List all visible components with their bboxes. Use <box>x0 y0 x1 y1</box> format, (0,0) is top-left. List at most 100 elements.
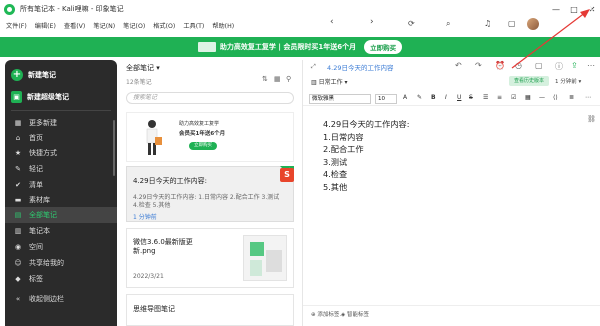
note-link[interactable]: 4.29日今天的工作内容 <box>327 62 393 72</box>
more-icon[interactable]: ⋯ <box>587 61 595 70</box>
notes-icon: ▤ <box>14 211 22 219</box>
sort-icon[interactable]: ⇅ <box>262 75 268 83</box>
super-note-icon: ▣ <box>11 91 22 103</box>
sidebar-item-notebooks[interactable]: ▥ 笔记本 <box>5 223 117 239</box>
sidebar-item-home[interactable]: ⌂ 首页 <box>5 130 117 146</box>
bold-icon[interactable]: B <box>431 94 436 101</box>
avatar[interactable] <box>527 18 539 30</box>
input-method-icon[interactable]: S <box>280 168 294 182</box>
search-notes-input[interactable]: 搜索笔记 <box>126 92 294 104</box>
banner-close-icon[interactable]: ✕ <box>586 4 594 14</box>
font-family-select[interactable]: 微软雅黑 <box>309 94 371 104</box>
menu-note[interactable]: 笔记(N) <box>93 21 115 30</box>
content-line: 1.日常内容 <box>323 131 364 142</box>
note-card[interactable]: 思维导图笔记 <box>126 294 294 326</box>
link-icon[interactable]: ⛓ <box>587 115 596 123</box>
menu-edit[interactable]: 编辑(E) <box>35 21 56 30</box>
numbered-list-icon[interactable]: ≡ <box>497 94 502 101</box>
info-icon[interactable]: ⓘ <box>555 61 563 72</box>
menu-format[interactable]: 格式(O) <box>153 21 175 30</box>
lock-icon[interactable]: ▢ <box>535 61 543 70</box>
strikethrough-icon[interactable]: S <box>469 94 473 101</box>
divider-icon[interactable]: — <box>539 94 545 101</box>
promo-banner: 助力高效复工复学 | 会员限时买1年送6个月 立即购买 <box>0 37 600 57</box>
chat-icon[interactable]: ▢ <box>508 19 516 28</box>
menu-file[interactable]: 文件(F) <box>6 21 27 30</box>
reminder-icon[interactable]: ⏰ <box>495 61 505 70</box>
sidebar-item-checklist[interactable]: ✔ 清单 <box>5 177 117 193</box>
redo-icon[interactable]: ↷ <box>475 61 482 70</box>
font-size-select[interactable]: 10 <box>375 94 397 104</box>
italic-icon[interactable]: I <box>445 94 447 101</box>
new-super-note-button[interactable]: ▣ 新建超级笔记 <box>11 88 113 106</box>
sidebar-item-label: 首页 <box>29 134 43 142</box>
add-tag-button[interactable]: ⊕ 添加标签... <box>311 310 345 318</box>
undo-icon[interactable]: ↶ <box>455 61 462 70</box>
sidebar-item-label: 轻记 <box>29 165 43 173</box>
note-info-row: ▥ 日常工作 ▾ 查看历史版本 1 分钟前 ▾ <box>303 74 600 90</box>
sidebar-item-materials[interactable]: ▬ 素材库 <box>5 192 117 208</box>
smart-tag-button[interactable]: ◈ 智能标签 <box>341 310 369 318</box>
code-icon[interactable]: ⟨⟩ <box>553 94 558 101</box>
menu-help[interactable]: 帮助(H) <box>212 21 234 30</box>
menu-note2[interactable]: 笔记(O) <box>123 21 145 30</box>
note-list: 全部笔记 ▾ 12条笔记 ⇅ ▦ ⚲ 搜索笔记 助力高效复工复学 会员买1年送6… <box>122 60 300 326</box>
note-card-selected[interactable]: ✦ 4.29日今天的工作内容: 4.29日今天的工作内容: 1.日常内容 2.配… <box>126 166 294 222</box>
list-title[interactable]: 全部笔记 ▾ <box>126 63 160 73</box>
note-title: 4.29日今天的工作内容: <box>133 177 207 185</box>
sidebar-item-more-new[interactable]: ▦ 更多新建 <box>5 115 117 131</box>
grid-icon: ▦ <box>14 119 22 127</box>
sidebar-item-label: 全部笔记 <box>29 211 57 219</box>
space-icon: ◉ <box>14 243 22 251</box>
sidebar-item-quick-note[interactable]: ✎ 轻记 <box>5 161 117 177</box>
new-note-button[interactable]: + 新建笔记 <box>11 66 113 84</box>
promo-card[interactable]: 助力高效复工复学 会员买1年送6个月 立即购买 <box>126 112 294 162</box>
menu-view[interactable]: 查看(V) <box>64 21 85 30</box>
editor-footer: ⊕ 添加标签... ◈ 智能标签 <box>303 305 600 321</box>
note-thumbnail <box>243 235 287 281</box>
highlight-icon[interactable]: ✎ <box>417 94 422 101</box>
underline-icon[interactable]: U <box>457 94 461 101</box>
sidebar-item-spaces[interactable]: ◉ 空间 <box>5 239 117 255</box>
text-color-icon[interactable]: A <box>403 94 407 101</box>
view-history-button[interactable]: 查看历史版本 <box>509 76 549 86</box>
align-icon[interactable]: ≣ <box>569 94 574 101</box>
editor-pane: ⤢ 4.29日今天的工作内容 ↶ ↷ ⏰ ◷ ▢ ⓘ ⇪ ⋯ ▥ 日常工作 ▾ … <box>302 60 600 326</box>
checkbox-icon[interactable]: ☑ <box>511 94 516 101</box>
collapse-sidebar-button[interactable]: « 收起侧边栏 <box>5 291 117 307</box>
banner-buy-button[interactable]: 立即购买 <box>364 40 403 54</box>
sidebar-item-all-notes[interactable]: ▤ 全部笔记 <box>5 207 117 223</box>
table-icon[interactable]: ▦ <box>525 94 531 101</box>
sync-icon[interactable]: ⟳ <box>408 19 415 28</box>
timer-icon[interactable]: ◷ <box>515 61 522 70</box>
more-format-icon[interactable]: ⋯ <box>585 94 591 101</box>
notebook-selector[interactable]: ▥ 日常工作 ▾ <box>311 77 348 86</box>
window-title: 所有笔记本 - Kali哩嘛 - 印象笔记 <box>20 5 124 13</box>
share-icon[interactable]: ⇪ <box>571 61 578 70</box>
sidebar-item-tags[interactable]: ◆ 标签 <box>5 271 117 287</box>
view-icon[interactable]: ▦ <box>274 75 281 83</box>
maximize-button[interactable]: □ <box>566 0 582 18</box>
search-icon[interactable]: ⌕ <box>446 19 450 29</box>
bell-icon[interactable]: ♫ <box>484 19 491 28</box>
bullet-list-icon[interactable]: ☰ <box>483 94 488 101</box>
note-card[interactable]: 微信3.6.0最新版更新.png 2022/3/21 <box>126 228 294 288</box>
folder-icon: ▬ <box>14 196 22 204</box>
back-icon[interactable]: ‹ <box>330 17 334 27</box>
forward-icon[interactable]: › <box>370 17 374 27</box>
filter-icon[interactable]: ⚲ <box>286 75 291 83</box>
promo-buy-button[interactable]: 立即购买 <box>189 142 217 150</box>
sidebar-item-shortcuts[interactable]: ★ 快捷方式 <box>5 145 117 161</box>
sidebar-item-shared[interactable]: ☺ 共享给我的 <box>5 255 117 271</box>
sidebar-item-label: 共享给我的 <box>29 259 64 267</box>
expand-icon[interactable]: ⤢ <box>311 63 316 71</box>
format-toolbar: 微软雅黑 10 A ✎ B I U S ☰ ≡ ☑ ▦ — ⟨⟩ ≣ ⋯ <box>303 92 600 106</box>
menu-tools[interactable]: 工具(T) <box>183 21 204 30</box>
sidebar-item-label: 标签 <box>29 275 43 283</box>
sidebar-scrollbar[interactable] <box>113 120 115 176</box>
minimize-button[interactable]: — <box>548 0 564 18</box>
note-content[interactable]: 4.29日今天的工作内容: 1.日常内容 2.配合工作 3.测试 4.检查 5.… <box>323 118 410 193</box>
note-count: 12条笔记 <box>126 79 152 86</box>
note-title: 微信3.6.0最新版更新.png <box>133 238 193 255</box>
sidebar-item-label: 空间 <box>29 243 43 251</box>
